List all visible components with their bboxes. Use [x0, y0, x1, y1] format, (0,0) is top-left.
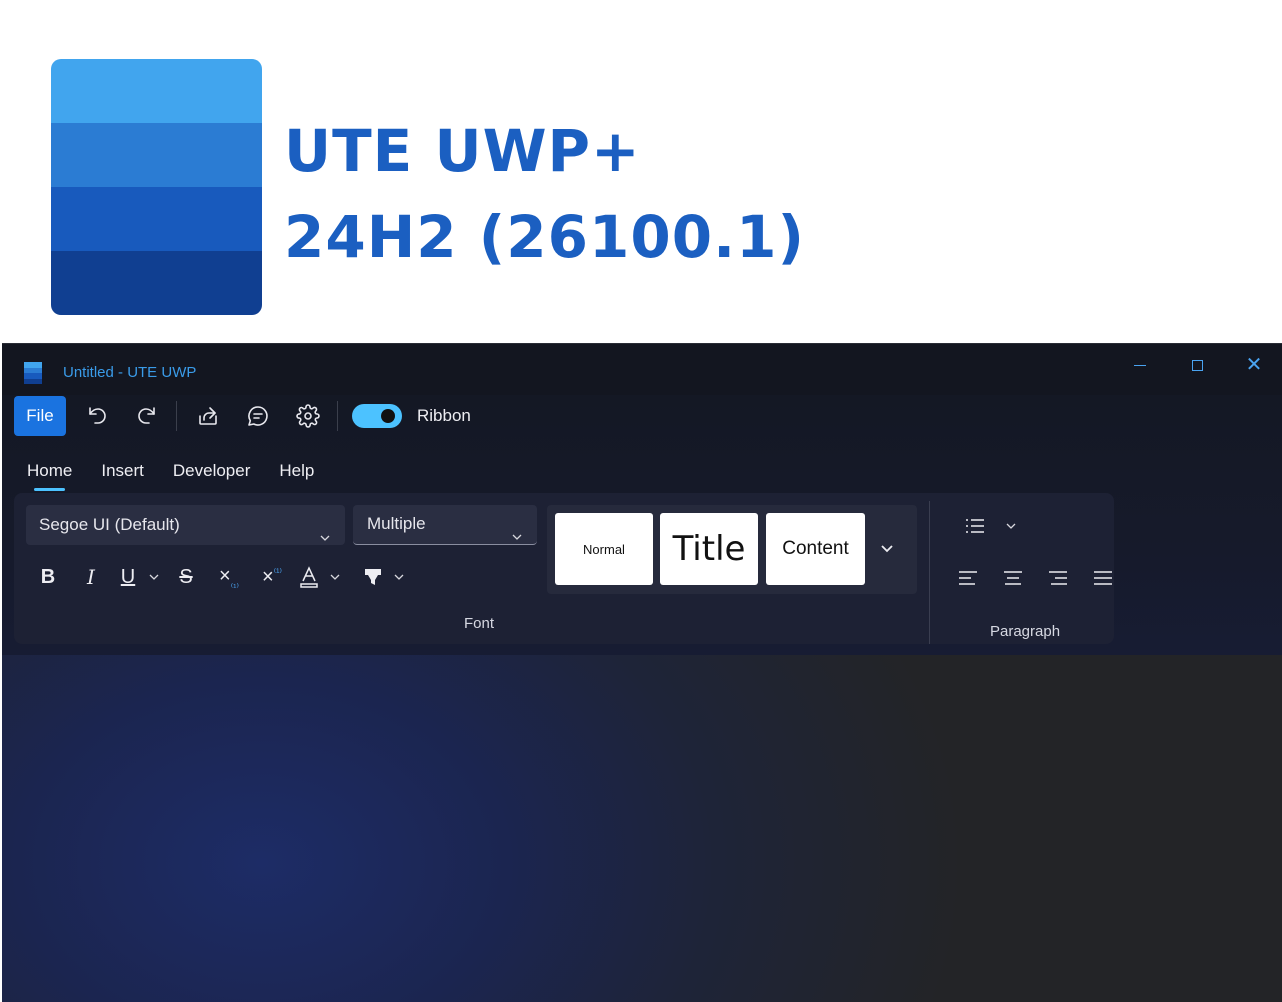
strikethrough-button[interactable]: S [168, 559, 204, 595]
share-button[interactable] [189, 397, 227, 435]
maximize-icon [1191, 359, 1203, 371]
underline-icon: U [120, 565, 136, 588]
bold-button[interactable]: B [30, 559, 66, 595]
chevron-down-icon [319, 519, 331, 541]
chevron-down-icon [149, 574, 159, 580]
tab-home[interactable]: Home [27, 461, 72, 491]
justify-icon [1094, 571, 1112, 585]
underline-button[interactable]: U [116, 559, 140, 595]
ribbon-tabs: Home Insert Developer Help [27, 461, 343, 491]
underline-options[interactable] [142, 559, 166, 595]
document-canvas[interactable] [2, 655, 1282, 1002]
subscript-button[interactable]: ×₍₁₎ [211, 559, 247, 595]
font-color-icon [300, 566, 318, 588]
paragraph-group-label: Paragraph [990, 623, 1061, 640]
list-controls [956, 511, 1028, 541]
align-right-icon [1049, 571, 1067, 585]
bold-icon: B [40, 565, 56, 588]
alignment-controls [949, 563, 1129, 593]
font-family-dropdown[interactable]: Segoe UI (Default) [26, 505, 345, 545]
group-divider [929, 501, 930, 644]
quick-access-bar: File Ribbon [14, 396, 471, 436]
comment-button[interactable] [239, 397, 277, 435]
superscript-icon: ×⁽¹⁾ [262, 565, 282, 588]
redo-icon [138, 407, 155, 424]
strikethrough-icon: S [179, 565, 193, 588]
font-color-button[interactable] [297, 559, 321, 595]
justify-button[interactable] [1084, 563, 1122, 593]
minimize-icon [1134, 364, 1146, 366]
ribbon-toggle-label: Ribbon [417, 406, 471, 425]
minimize-button[interactable] [1120, 352, 1160, 378]
format-buttons: B I U S ×₍₁₎ ×⁽¹⁾ [30, 557, 413, 597]
chevron-down-icon [330, 574, 340, 580]
align-left-icon [959, 571, 977, 585]
style-title[interactable]: Title [660, 513, 758, 585]
tab-insert[interactable]: Insert [101, 461, 144, 491]
subscript-icon: ×₍₁₎ [219, 564, 239, 590]
banner-line-1: UTE UWP+ [284, 117, 641, 185]
undo-icon [89, 407, 106, 424]
styles-gallery: Normal Title Content [547, 505, 917, 594]
window-title: Untitled - UTE UWP [63, 364, 197, 381]
highlight-button[interactable] [361, 559, 385, 595]
tab-help[interactable]: Help [279, 461, 314, 491]
toolbar-divider [337, 401, 338, 431]
maximize-button[interactable] [1177, 352, 1217, 378]
style-content[interactable]: Content [766, 513, 865, 585]
close-icon: ✕ [1245, 354, 1263, 376]
align-left-button[interactable] [949, 563, 987, 593]
align-center-icon [1004, 571, 1022, 585]
align-center-button[interactable] [994, 563, 1032, 593]
file-button[interactable]: File [14, 396, 66, 436]
banner-title: UTE UWP+ 24H2 (26100.1) [284, 108, 805, 280]
share-icon [199, 407, 217, 425]
chevron-down-icon [1006, 523, 1016, 529]
chevron-down-icon [511, 519, 523, 540]
gear-icon [296, 404, 320, 428]
italic-icon: I [87, 565, 95, 589]
ribbon-panel: Segoe UI (Default) Multiple B I U S ×₍₁₎… [14, 493, 1114, 644]
promo-banner: UTE UWP+ 24H2 (26100.1) [0, 0, 1282, 343]
app-logo [51, 59, 262, 315]
font-group-label: Font [464, 615, 495, 632]
list-icon [966, 519, 984, 533]
app-window: Untitled - UTE UWP ✕ File Ribbon Home In… [2, 343, 1282, 1002]
chevron-down-icon [394, 574, 404, 580]
title-bar[interactable]: Untitled - UTE UWP ✕ [2, 343, 1282, 395]
banner-line-2: 24H2 (26100.1) [284, 203, 805, 271]
align-right-button[interactable] [1039, 563, 1077, 593]
undo-button[interactable] [78, 397, 116, 435]
tab-developer[interactable]: Developer [173, 461, 251, 491]
settings-button[interactable] [289, 397, 327, 435]
font-color-options[interactable] [323, 559, 347, 595]
superscript-button[interactable]: ×⁽¹⁾ [254, 559, 290, 595]
comment-icon [248, 406, 268, 426]
font-size-dropdown[interactable]: Multiple [353, 505, 537, 545]
highlight-options[interactable] [387, 559, 411, 595]
redo-button[interactable] [128, 397, 166, 435]
chevron-down-icon [881, 545, 893, 553]
highlight-icon [365, 569, 381, 585]
italic-button[interactable]: I [73, 559, 109, 595]
list-options-button[interactable] [1001, 511, 1021, 541]
ribbon-toggle[interactable] [352, 404, 402, 428]
font-family-value: Segoe UI (Default) [39, 515, 180, 534]
close-button[interactable]: ✕ [1234, 352, 1274, 378]
toggle-knob [381, 409, 395, 423]
font-size-value: Multiple [367, 514, 426, 533]
app-icon [24, 362, 42, 384]
toolbar-divider [176, 401, 177, 431]
bullet-list-button[interactable] [956, 511, 994, 541]
styles-expand-button[interactable] [877, 539, 901, 563]
style-normal[interactable]: Normal [555, 513, 653, 585]
